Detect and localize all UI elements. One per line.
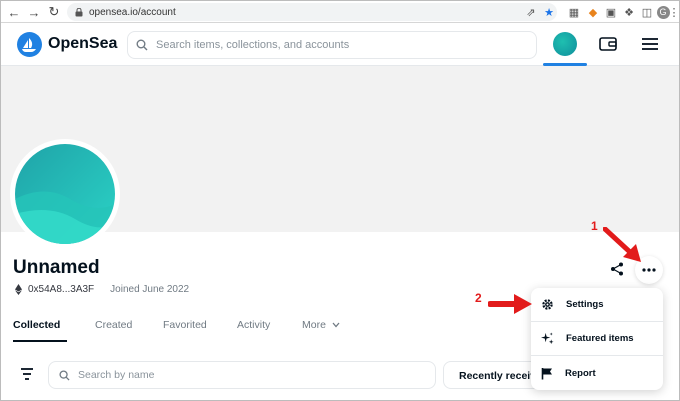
joined-date: Joined June 2022 [110,284,190,295]
gear-icon [542,299,553,310]
lock-icon [75,7,83,16]
account-avatar-button[interactable] [553,32,577,56]
search-by-name-input[interactable]: Search by name [48,361,436,389]
search-by-name-placeholder: Search by name [78,369,155,381]
share-page-icon[interactable]: ⇗ [523,4,539,20]
menu-item-settings[interactable]: Settings [531,288,663,322]
menu-item-report[interactable]: Report [531,356,663,390]
profile-meta: 0x54A8...3A3F Joined June 2022 [15,284,189,295]
forward-icon[interactable]: → [25,3,43,21]
address-bar[interactable]: opensea.io/account [67,3,557,21]
tab-activity[interactable]: Activity [237,319,270,331]
global-search-input[interactable]: Search items, collections, and accounts [127,31,537,59]
back-icon[interactable]: ← [5,3,23,21]
menu-item-label: Report [565,367,596,379]
ethereum-icon [15,284,22,295]
ellipsis-icon [642,268,656,272]
sidepanel-icon[interactable]: ◫ [639,4,655,20]
wallet-icon[interactable] [599,36,617,52]
chevron-down-icon [332,322,340,328]
tab-more[interactable]: More [302,319,340,331]
metamask-fox-icon[interactable]: ◆ [585,4,601,20]
extension-square-icon[interactable]: ▣ [603,4,619,20]
reload-icon[interactable]: ↻ [45,3,63,21]
puzzle-extensions-icon[interactable]: ❖ [621,4,637,20]
tab-collected[interactable]: Collected [13,319,60,331]
menu-item-label: Settings [566,299,604,310]
more-options-dropdown: Settings Featured items Report [531,288,663,390]
profile-name: Unnamed [13,257,100,278]
active-tab-underline [13,340,67,342]
flag-icon [541,367,552,379]
menu-item-label: Featured items [566,333,634,344]
annotation-step-1: 1 [591,219,598,233]
annotation-step-2: 2 [475,291,482,305]
wallet-address[interactable]: 0x54A8...3A3F [28,284,94,295]
hamburger-menu-icon[interactable] [641,36,659,52]
bookmark-star-icon[interactable]: ★ [541,4,557,20]
search-placeholder: Search items, collections, and accounts [156,39,350,51]
opensea-logo-icon[interactable] [17,32,42,57]
tab-created[interactable]: Created [95,319,132,331]
tab-favorited[interactable]: Favorited [163,319,207,331]
sparkle-icon [541,332,554,345]
tab-more-label: More [302,319,326,331]
filter-icon[interactable] [19,367,35,381]
profile-avatar[interactable] [10,139,120,249]
url-text: opensea.io/account [89,6,176,18]
annotation-arrow-1 [603,227,641,262]
extension-grid-icon[interactable]: ▦ [566,4,582,20]
annotation-arrow-2 [488,294,532,314]
site-header: OpenSea Search items, collections, and a… [1,23,679,66]
screenshot-frame: ← → ↻ opensea.io/account ⇗ ★ ▦ ◆ ▣ ❖ ◫ G… [0,0,680,401]
browser-toolbar: ← → ↻ opensea.io/account ⇗ ★ ▦ ◆ ▣ ❖ ◫ G… [1,1,680,23]
menu-item-featured-items[interactable]: Featured items [531,322,663,356]
kebab-menu-icon[interactable]: ⋮ [669,4,680,20]
search-icon [136,39,148,51]
brand-name[interactable]: OpenSea [48,35,117,53]
profile-tabs: Collected Created Favorited Activity Mor… [1,312,531,342]
search-icon [59,369,70,381]
